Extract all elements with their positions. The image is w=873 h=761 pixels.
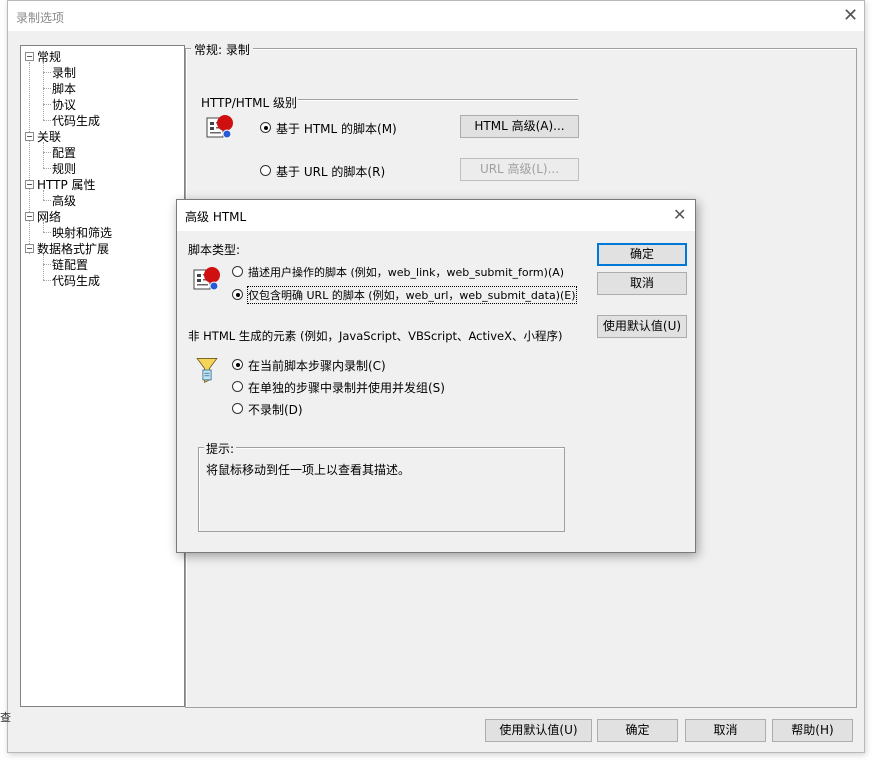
- tree-item-general[interactable]: 常规: [37, 48, 61, 65]
- radio-do-not-record[interactable]: [232, 403, 243, 414]
- html-script-icon: [206, 115, 233, 139]
- tree-item-recording[interactable]: 录制: [52, 64, 76, 81]
- tree-item-advanced[interactable]: 高级: [52, 192, 76, 209]
- radio-user-action-script[interactable]: [232, 266, 243, 277]
- tree-connector: [43, 88, 51, 89]
- radio-explicit-url-script-label[interactable]: 仅包含明确 URL 的脚本 (例如，web_url，web_submit_dat…: [247, 286, 577, 304]
- url-advanced-button[interactable]: URL 高级(L)...: [460, 158, 579, 181]
- title-bar: 录制选项 ✕: [8, 1, 864, 31]
- tree-connector: [43, 72, 51, 73]
- tree-connector: [43, 152, 51, 153]
- radio-explicit-url-script[interactable]: [232, 289, 243, 300]
- radio-html-based-script[interactable]: [260, 122, 271, 133]
- tree-connector: [43, 200, 51, 201]
- tree-item-script[interactable]: 脚本: [52, 80, 76, 97]
- html-advanced-button[interactable]: HTML 高级(A)...: [460, 115, 579, 138]
- tree-item-chain-configuration[interactable]: 链配置: [52, 256, 88, 273]
- tree-connector: [43, 280, 51, 281]
- radio-url-based-script-label[interactable]: 基于 URL 的脚本(R): [276, 163, 385, 180]
- panel-title: 常规: 录制: [191, 41, 253, 58]
- tree-connector: [43, 168, 51, 169]
- tree-connector: [29, 62, 30, 254]
- tree-connector: [43, 254, 44, 280]
- non-html-elements-label: 非 HTML 生成的元素 (例如，JavaScript、VBScript、Act…: [188, 329, 563, 343]
- cancel-button[interactable]: 取消: [685, 719, 766, 742]
- use-defaults-button[interactable]: 使用默认值(U): [485, 719, 592, 742]
- group-divider: [298, 99, 578, 101]
- radio-record-separate-step-label[interactable]: 在单独的步骤中录制并使用并发组(S): [248, 379, 445, 396]
- collapse-icon[interactable]: −: [25, 212, 34, 221]
- radio-url-based-script[interactable]: [260, 165, 271, 176]
- dialog-ok-button[interactable]: 确定: [597, 243, 687, 266]
- window-title: 录制选项: [16, 11, 65, 25]
- tree-connector: [43, 104, 51, 105]
- tree-connector: [43, 62, 44, 120]
- filter-funnel-icon: [196, 358, 218, 384]
- collapse-icon[interactable]: −: [25, 132, 34, 141]
- tree-item-rules[interactable]: 规则: [52, 160, 76, 177]
- script-type-label: 脚本类型:: [188, 243, 241, 257]
- http-html-level-label: HTTP/HTML 级别: [201, 96, 297, 110]
- options-tree[interactable]: − − − − − 常规 录制 脚本 协议 代码生成 关联 配置 规则 HTTP…: [20, 45, 185, 707]
- close-icon[interactable]: ✕: [843, 7, 858, 25]
- collapse-icon[interactable]: −: [25, 244, 34, 253]
- tree-item-correlation[interactable]: 关联: [37, 128, 61, 145]
- dialog-title: 高级 HTML: [185, 210, 247, 224]
- tree-item-http-properties[interactable]: HTTP 属性: [37, 176, 96, 193]
- tree-item-code-generation-2[interactable]: 代码生成: [52, 272, 100, 289]
- radio-record-in-current-step-label[interactable]: 在当前脚本步骤内录制(C): [248, 357, 386, 374]
- hint-text: 将鼠标移动到任一项上以查看其描述。: [206, 463, 411, 477]
- hint-title: 提示:: [204, 440, 237, 457]
- tree-item-network[interactable]: 网络: [37, 208, 61, 225]
- tree-connector: [43, 142, 44, 168]
- advanced-html-dialog: 高级 HTML ✕ 脚本类型: 描述用户操作的脚本 (例如，web_link，w…: [176, 199, 696, 553]
- html-script-icon: [193, 267, 220, 291]
- dialog-cancel-button[interactable]: 取消: [597, 272, 687, 295]
- help-button[interactable]: 帮助(H): [772, 719, 853, 742]
- dialog-title-bar: 高级 HTML ✕: [177, 200, 695, 231]
- tree-item-port-mapping[interactable]: 映射和筛选: [52, 224, 112, 241]
- ok-button[interactable]: 确定: [597, 719, 678, 742]
- radio-html-based-script-label[interactable]: 基于 HTML 的脚本(M): [276, 120, 397, 137]
- tree-connector: [43, 264, 51, 265]
- tree-item-code-generation[interactable]: 代码生成: [52, 112, 100, 129]
- dialog-use-defaults-button[interactable]: 使用默认值(U): [597, 315, 687, 338]
- collapse-icon[interactable]: −: [25, 180, 34, 189]
- tree-item-protocol[interactable]: 协议: [52, 96, 76, 113]
- tree-connector: [43, 232, 51, 233]
- tree-item-data-format-extension[interactable]: 数据格式扩展: [37, 240, 109, 257]
- radio-record-in-current-step[interactable]: [232, 359, 243, 370]
- collapse-icon[interactable]: −: [25, 52, 34, 61]
- background-window-fragment: 查: [0, 711, 11, 724]
- dialog-close-icon[interactable]: ✕: [673, 206, 686, 224]
- tree-item-configuration[interactable]: 配置: [52, 144, 76, 161]
- radio-record-separate-step[interactable]: [232, 381, 243, 392]
- hint-group-box: [198, 447, 565, 532]
- radio-user-action-script-label[interactable]: 描述用户操作的脚本 (例如，web_link，web_submit_form)(…: [248, 264, 564, 280]
- tree-connector: [43, 120, 51, 121]
- radio-do-not-record-label[interactable]: 不录制(D): [248, 401, 303, 418]
